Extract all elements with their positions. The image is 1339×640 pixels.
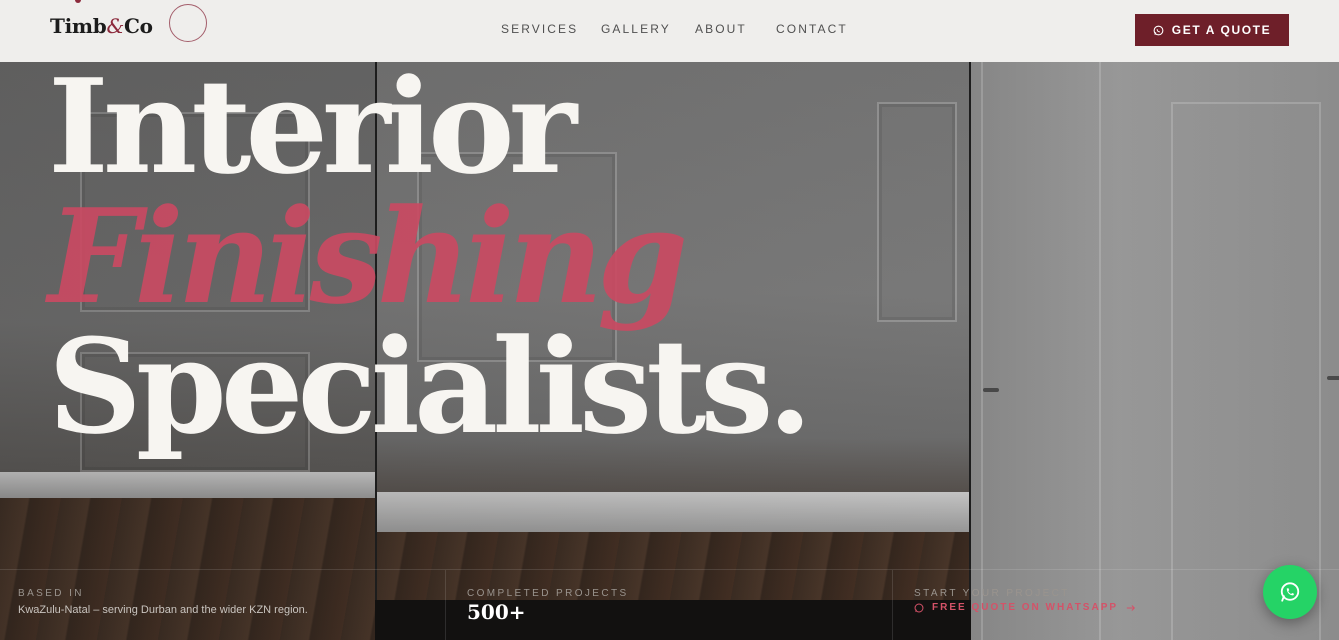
top-navigation: Timb&Co SERVICES GALLERY ABOUT CONTACT G… xyxy=(0,0,1339,62)
stat-location-text: KwaZulu-Natal – serving Durban and the w… xyxy=(18,604,308,616)
get-a-quote-button[interactable]: GET A QUOTE xyxy=(1135,14,1289,46)
brand-circle-decoration xyxy=(169,4,207,42)
stat-label: COMPLETED PROJECTS xyxy=(467,588,629,599)
stat-completed-projects: COMPLETED PROJECTS 500+ xyxy=(445,570,892,640)
headline-line-interior: Interior xyxy=(48,50,577,203)
hero-headline: Interior Finishing Specialists. xyxy=(48,50,813,463)
brand-name-part2: Co xyxy=(123,14,153,38)
brand-logo[interactable]: Timb&Co xyxy=(50,14,153,38)
nav-link-contact[interactable]: CONTACT xyxy=(776,22,848,36)
whatsapp-icon xyxy=(1153,25,1164,35)
headline-line-specialists: Specialists. xyxy=(48,310,813,463)
stats-bar: BASED IN KwaZulu-Natal – serving Durban … xyxy=(0,569,1339,640)
free-quote-label: FREE QUOTE ON WHATSAPP xyxy=(932,602,1119,613)
brand-ampersand: & xyxy=(106,14,124,38)
free-quote-whatsapp-link[interactable]: FREE QUOTE ON WHATSAPP xyxy=(914,602,1136,613)
whatsapp-icon xyxy=(914,603,924,612)
nav-link-gallery[interactable]: GALLERY xyxy=(601,22,671,36)
stat-label: START YOUR PROJECT xyxy=(914,588,1070,599)
whatsapp-chat-button[interactable] xyxy=(1263,565,1317,619)
headline-line-finishing: Finishing xyxy=(48,180,688,333)
stat-label: BASED IN xyxy=(18,588,84,599)
whatsapp-icon xyxy=(1280,582,1300,602)
arrow-right-icon xyxy=(1126,604,1136,611)
get-a-quote-label: GET A QUOTE xyxy=(1171,23,1272,37)
brand-accent-mark xyxy=(75,0,81,3)
stat-project-count: 500+ xyxy=(467,600,526,624)
stat-based-in: BASED IN KwaZulu-Natal – serving Durban … xyxy=(0,570,445,640)
nav-link-about[interactable]: ABOUT xyxy=(695,22,747,36)
brand-name-part1: Timb xyxy=(50,14,107,38)
nav-link-services[interactable]: SERVICES xyxy=(501,22,578,36)
